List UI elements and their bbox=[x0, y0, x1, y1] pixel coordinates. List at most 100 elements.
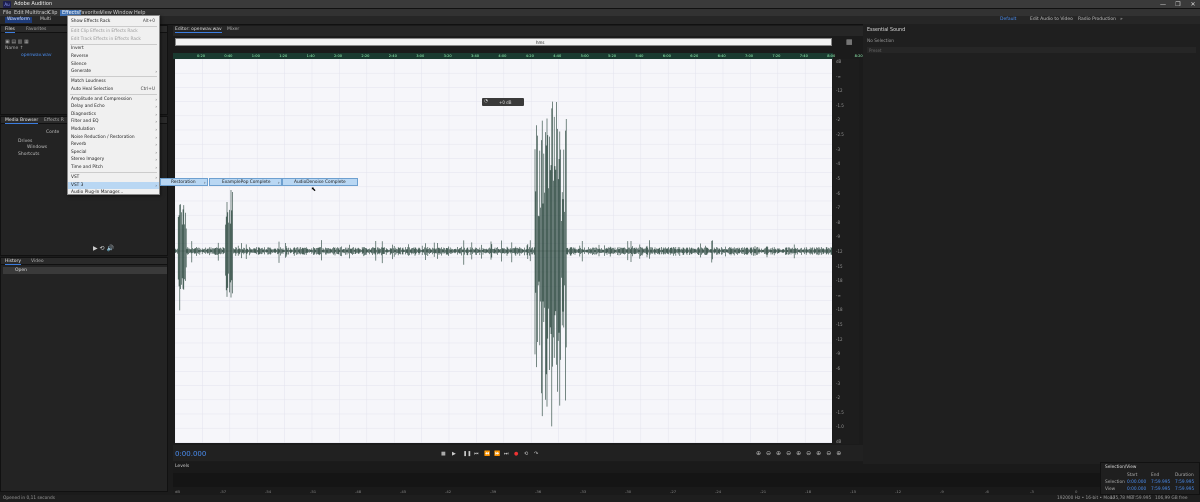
level-tick-label: -33 bbox=[580, 489, 587, 494]
view-end[interactable]: 7:59.995 bbox=[1151, 487, 1170, 492]
effects-menu-item[interactable]: Match Loudness bbox=[68, 78, 159, 85]
current-time: 0:00.000 bbox=[175, 450, 207, 458]
hud-knob-icon[interactable]: ◔ bbox=[484, 99, 488, 104]
next-button[interactable]: ⏭ bbox=[504, 451, 509, 457]
tree-shortcuts[interactable]: Shortcuts bbox=[18, 152, 40, 157]
multitrack-view-button[interactable]: Multi bbox=[38, 17, 53, 23]
effects-menu-item[interactable]: Noise Reduction / Restoration › bbox=[68, 134, 159, 141]
scale-tick-label: dB bbox=[836, 59, 842, 64]
workspace-radio-production[interactable]: Radio Production bbox=[1078, 17, 1116, 23]
effects-menu-item[interactable]: Filter and EQ › bbox=[68, 118, 159, 125]
ruler-tick-label: 6:20 bbox=[690, 53, 699, 58]
level-tick-label: 0 bbox=[1075, 489, 1078, 494]
volume-hud[interactable]: ◔ +0 dB bbox=[482, 98, 524, 106]
editor-header: Editor: openwav.wav Mixer bbox=[173, 26, 863, 36]
tab-media-browser[interactable]: Media Browser bbox=[5, 118, 39, 124]
zoom-controls[interactable]: ⊕⊖⊕⊖⊕⊖⊕⊖⊕ bbox=[756, 450, 846, 457]
rewind-button[interactable]: ⏪ bbox=[484, 451, 490, 457]
no-selection-label: No Selection bbox=[867, 39, 895, 44]
effects-menu-item[interactable]: Amplitude and Compression › bbox=[68, 96, 159, 103]
selection-duration[interactable]: 7:59.995 bbox=[1175, 480, 1194, 485]
fast-forward-button[interactable]: ⏩ bbox=[494, 451, 500, 457]
ruler-tick-label: 5:40 bbox=[635, 53, 644, 58]
maximize-button[interactable]: ❐ bbox=[1171, 0, 1185, 9]
grid-icon[interactable]: ▦ bbox=[846, 38, 853, 46]
close-button[interactable]: ✕ bbox=[1186, 0, 1200, 9]
skip-button[interactable]: ↷ bbox=[534, 451, 538, 457]
media-transport-icons[interactable]: ▶ ⟲ 🔊 bbox=[93, 245, 114, 252]
tab-files[interactable]: Files bbox=[5, 27, 15, 33]
header-end: End bbox=[1151, 473, 1160, 478]
level-tick-label: -39 bbox=[490, 489, 497, 494]
levels-title: Levels bbox=[175, 464, 190, 469]
menu-multitrack[interactable]: Multitrack bbox=[25, 10, 50, 16]
effects-menu-item[interactable]: Reverb › bbox=[68, 141, 159, 148]
level-tick-label: -54 bbox=[265, 489, 272, 494]
effects-menu-item[interactable]: VST 3 › bbox=[68, 181, 159, 189]
hud-value: +0 dB bbox=[499, 99, 512, 105]
previous-button[interactable]: ⏮ bbox=[474, 451, 479, 457]
scale-tick-label: -∞ bbox=[836, 73, 841, 79]
history-item[interactable]: Open bbox=[3, 267, 167, 274]
app-title: Adobe Audition bbox=[14, 1, 53, 7]
submenu-arrow-icon: › bbox=[155, 119, 157, 125]
selection-start[interactable]: 0:00.000 bbox=[1127, 480, 1146, 485]
tab-effects-rack[interactable]: Effects R bbox=[44, 118, 64, 123]
menu-clip[interactable]: Clip bbox=[48, 10, 57, 16]
effects-menu-item[interactable]: Audio Plug-In Manager... bbox=[68, 189, 159, 196]
effects-menu-item[interactable]: Special › bbox=[68, 149, 159, 156]
tree-drives[interactable]: Drives bbox=[18, 139, 32, 144]
app-logo: Au bbox=[3, 1, 11, 8]
effects-menu-item[interactable]: Generate › bbox=[68, 68, 159, 75]
view-start[interactable]: 0:00.000 bbox=[1127, 487, 1146, 492]
submenu-examplepop-complete[interactable]: ExamplePop Complete › bbox=[209, 178, 282, 186]
effects-menu-item[interactable]: Stereo Imagery › bbox=[68, 156, 159, 163]
tab-history[interactable]: History bbox=[5, 259, 22, 265]
tab-mixer[interactable]: Mixer bbox=[227, 27, 239, 32]
effects-menu-item[interactable]: Silence bbox=[68, 61, 159, 68]
tab-favorites[interactable]: Favorites bbox=[26, 27, 46, 32]
loop-button[interactable]: ⟲ bbox=[524, 451, 528, 457]
ruler-tick-label: 4:40 bbox=[553, 53, 562, 58]
files-column-header[interactable]: Name ↑ bbox=[5, 46, 23, 51]
view-duration[interactable]: 7:59.995 bbox=[1175, 487, 1194, 492]
level-tick-label: -21 bbox=[760, 489, 767, 494]
menu-file[interactable]: File bbox=[3, 10, 11, 16]
record-button[interactable]: ● bbox=[514, 451, 518, 457]
files-toolbar-icons[interactable]: ▣ ▤ ▥ ▦ bbox=[5, 39, 29, 45]
ruler-tick-label: 7:20 bbox=[772, 53, 781, 58]
tab-editor[interactable]: Editor: openwav.wav bbox=[175, 27, 222, 33]
stop-button[interactable]: ■ bbox=[441, 451, 446, 457]
submenu-arrow-icon: › bbox=[155, 127, 157, 132]
minimize-button[interactable]: — bbox=[1156, 0, 1170, 9]
waveform-display[interactable] bbox=[174, 58, 833, 443]
submenu-audiodenoise-complete[interactable]: AudioDenoise Complete bbox=[282, 178, 358, 186]
effects-menu-item[interactable]: VST › bbox=[68, 174, 159, 181]
effects-menu-item[interactable]: Modulation › bbox=[68, 126, 159, 133]
effects-menu-item[interactable]: Show Effects Rack Alt+0 bbox=[68, 18, 159, 25]
contents-label: Conte bbox=[46, 130, 60, 135]
ruler-tick-label: 8:00 bbox=[827, 53, 836, 58]
submenu-arrow-icon: › bbox=[155, 142, 157, 148]
tab-video[interactable]: Video bbox=[31, 259, 44, 264]
tree-windows[interactable]: Windows bbox=[27, 145, 47, 150]
status-text: Opened in 0,11 seconds bbox=[3, 496, 55, 501]
submenu-restoration[interactable]: Restoration › bbox=[160, 178, 208, 186]
effects-menu-item[interactable]: Auto Heal Selection Ctrl+U bbox=[68, 86, 159, 93]
preset-field[interactable]: Preset bbox=[867, 47, 1196, 53]
file-item[interactable]: openwav.wav bbox=[21, 53, 52, 58]
effects-menu-item[interactable]: Invert bbox=[68, 45, 159, 52]
overview-bar[interactable]: hms bbox=[175, 38, 832, 46]
effects-menu-item[interactable]: Diagnostics › bbox=[68, 111, 159, 118]
workspace-edit-audio-to-video[interactable]: Edit Audio to Video bbox=[1030, 17, 1073, 23]
selection-end[interactable]: 7:59.995 bbox=[1151, 480, 1170, 485]
workspaces-more-button[interactable]: » bbox=[1120, 17, 1123, 23]
play-button[interactable]: ▶ bbox=[452, 451, 456, 457]
effects-menu-item[interactable]: Time and Pitch › bbox=[68, 164, 159, 171]
workspace-default[interactable]: Default bbox=[1000, 17, 1016, 23]
waveform-view-button[interactable]: Waveform bbox=[5, 17, 32, 23]
effects-menu-item[interactable]: Delay and Echo › bbox=[68, 103, 159, 110]
menu-edit[interactable]: Edit bbox=[14, 10, 24, 16]
effects-menu-item[interactable]: Reverse bbox=[68, 53, 159, 60]
pause-button[interactable]: ❚❚ bbox=[463, 451, 471, 457]
